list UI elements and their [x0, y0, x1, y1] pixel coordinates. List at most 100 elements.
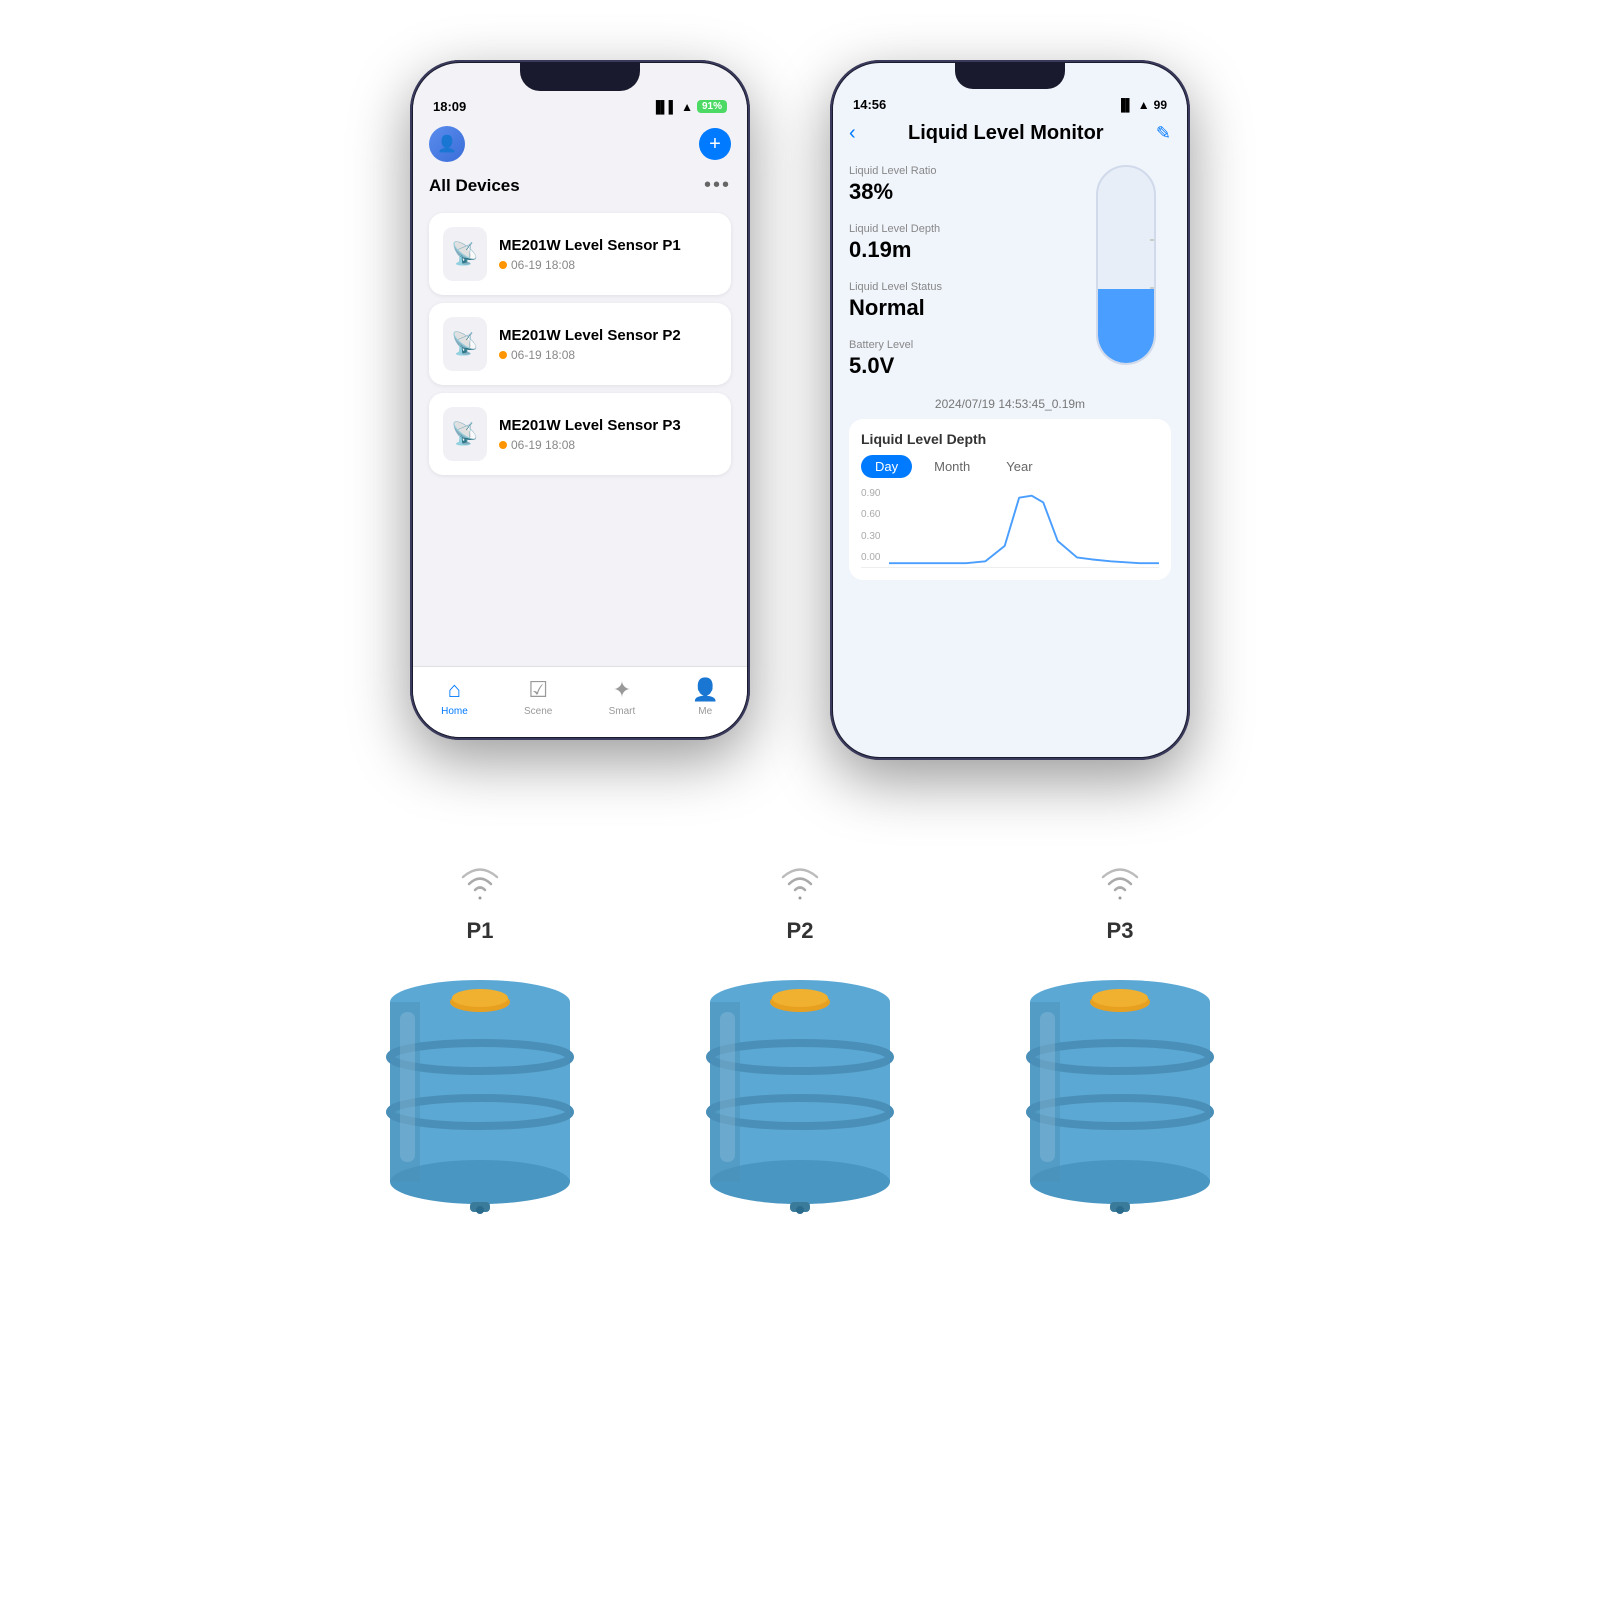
stat-battery-value: 5.0V — [849, 353, 1067, 379]
status-dot — [499, 261, 507, 269]
wifi-signal-p2 — [775, 860, 825, 910]
status-dot — [499, 441, 507, 449]
barrel-p1-label: P1 — [467, 918, 494, 944]
barrel-p3: P3 — [1010, 860, 1230, 1232]
stat-battery: Battery Level 5.0V — [849, 339, 1067, 379]
y-label-090: 0.90 — [861, 488, 880, 499]
barrel-p2-label: P2 — [787, 918, 814, 944]
chart-area: 0.90 0.60 0.30 0.00 — [861, 488, 1159, 568]
nav-home-label: Home — [441, 706, 468, 717]
signal-icon: ▐▌ — [1117, 98, 1134, 112]
stat-status-label: Liquid Level Status — [849, 281, 1067, 293]
device-time: 06-19 18:08 — [499, 438, 717, 452]
device-name: ME201W Level Sensor P1 — [499, 237, 717, 254]
top-section: 18:09 ▐▌▌ ▲ 91% 👤 + All Devices ••• — [0, 0, 1600, 800]
stat-ratio: Liquid Level Ratio 38% — [849, 165, 1067, 205]
devices-header: All Devices ••• — [413, 170, 747, 205]
stat-status: Liquid Level Status Normal — [849, 281, 1067, 321]
device-name: ME201W Level Sensor P2 — [499, 327, 717, 344]
stat-ratio-label: Liquid Level Ratio — [849, 165, 1067, 177]
tab-day[interactable]: Day — [861, 455, 912, 478]
bottom-nav: ⌂ Home ☑ Scene ✦ Smart 👤 Me — [413, 666, 747, 737]
timestamp-bar: 2024/07/19 14:53:45_0.19m — [833, 389, 1187, 419]
device-info: ME201W Level Sensor P1 06-19 18:08 — [499, 237, 717, 272]
status-dot — [499, 351, 507, 359]
barrel-p2-svg — [690, 952, 910, 1232]
phone2-notch — [955, 63, 1065, 89]
y-label-060: 0.60 — [861, 509, 880, 520]
phone2-time: 14:56 — [853, 97, 886, 112]
avatar-icon: 👤 — [437, 134, 457, 154]
nav-home[interactable]: ⌂ Home — [441, 677, 468, 717]
y-label-030: 0.30 — [861, 531, 880, 542]
devices-title: All Devices — [429, 176, 520, 196]
phone1-frame: 18:09 ▐▌▌ ▲ 91% 👤 + All Devices ••• — [410, 60, 750, 740]
barrel-p3-svg — [1010, 952, 1230, 1232]
nav-me-label: Me — [698, 706, 712, 717]
device-time: 06-19 18:08 — [499, 348, 717, 362]
device-list: 📡 ME201W Level Sensor P1 06-19 18:08 📡 M… — [413, 205, 747, 483]
stat-ratio-value: 38% — [849, 179, 1067, 205]
home-icon: ⌂ — [448, 677, 461, 703]
timestamp-text: 2024/07/19 14:53:45_0.19m — [935, 397, 1085, 411]
phone1-status-bar: 18:09 ▐▌▌ ▲ 91% — [413, 91, 747, 118]
chart-tabs: Day Month Year — [861, 455, 1159, 478]
nav-me[interactable]: 👤 Me — [691, 677, 718, 717]
device-icon: 📡 — [443, 407, 487, 461]
y-label-000: 0.00 — [861, 552, 880, 563]
add-button[interactable]: + — [699, 128, 731, 160]
list-item[interactable]: 📡 ME201W Level Sensor P2 06-19 18:08 — [429, 303, 731, 385]
tank-container: 38% — [1096, 165, 1156, 365]
add-icon: + — [709, 133, 721, 156]
phone1-notch — [520, 63, 640, 91]
wifi-waves-p2 — [775, 860, 825, 910]
device-name: ME201W Level Sensor P3 — [499, 417, 717, 434]
chart-line-svg — [889, 488, 1159, 565]
more-menu-button[interactable]: ••• — [704, 174, 731, 197]
tab-year[interactable]: Year — [992, 455, 1046, 478]
device-icon: 📡 — [443, 227, 487, 281]
tank-visual: 38% — [1081, 165, 1171, 379]
phone2-battery: 99 — [1154, 98, 1167, 112]
nav-smart-label: Smart — [609, 706, 636, 717]
phone2-frame: 14:56 ▐▌ ▲ 99 ‹ Liquid Level Monitor ✎ L… — [830, 60, 1190, 760]
tab-month[interactable]: Month — [920, 455, 984, 478]
chart-title: Liquid Level Depth — [861, 431, 1159, 447]
smart-icon: ✦ — [613, 677, 631, 703]
wifi-waves-p3 — [1095, 860, 1145, 910]
phone2-status-right: ▐▌ ▲ 99 — [1117, 98, 1167, 112]
list-item[interactable]: 📡 ME201W Level Sensor P3 06-19 18:08 — [429, 393, 731, 475]
avatar[interactable]: 👤 — [429, 126, 465, 162]
monitor-content: Liquid Level Ratio 38% Liquid Level Dept… — [833, 155, 1187, 389]
nav-scene-label: Scene — [524, 706, 552, 717]
wifi-signal-p1 — [455, 860, 505, 910]
bottom-section: P1 — [0, 800, 1600, 1292]
scene-icon: ☑ — [528, 677, 548, 703]
nav-scene[interactable]: ☑ Scene — [524, 677, 552, 717]
phone1-header: 👤 + — [413, 118, 747, 170]
device-info: ME201W Level Sensor P3 06-19 18:08 — [499, 417, 717, 452]
barrel-p1-svg — [370, 952, 590, 1232]
tank-mark-bottom — [1150, 287, 1156, 289]
wifi-icon: ▲ — [1138, 98, 1150, 112]
phone1-battery: 91% — [697, 100, 727, 113]
nav-smart[interactable]: ✦ Smart — [609, 677, 636, 717]
signal-icon: ▐▌▌ — [652, 100, 678, 114]
phone2-inner: 14:56 ▐▌ ▲ 99 ‹ Liquid Level Monitor ✎ L… — [833, 63, 1187, 757]
barrel-p3-label: P3 — [1107, 918, 1134, 944]
phone1-status-right: ▐▌▌ ▲ 91% — [652, 100, 727, 114]
stat-depth: Liquid Level Depth 0.19m — [849, 223, 1067, 263]
monitor-stats: Liquid Level Ratio 38% Liquid Level Dept… — [849, 165, 1067, 379]
wifi-icon: ▲ — [681, 100, 693, 114]
chart-y-labels: 0.90 0.60 0.30 0.00 — [861, 488, 880, 567]
phone1-inner: 18:09 ▐▌▌ ▲ 91% 👤 + All Devices ••• — [413, 63, 747, 737]
stat-depth-value: 0.19m — [849, 237, 1067, 263]
back-button[interactable]: ‹ — [849, 122, 856, 145]
stat-depth-label: Liquid Level Depth — [849, 223, 1067, 235]
monitor-header: ‹ Liquid Level Monitor ✎ — [833, 116, 1187, 155]
wifi-waves-p1 — [455, 860, 505, 910]
edit-button[interactable]: ✎ — [1156, 123, 1171, 144]
list-item[interactable]: 📡 ME201W Level Sensor P1 06-19 18:08 — [429, 213, 731, 295]
me-icon: 👤 — [691, 677, 718, 703]
device-info: ME201W Level Sensor P2 06-19 18:08 — [499, 327, 717, 362]
